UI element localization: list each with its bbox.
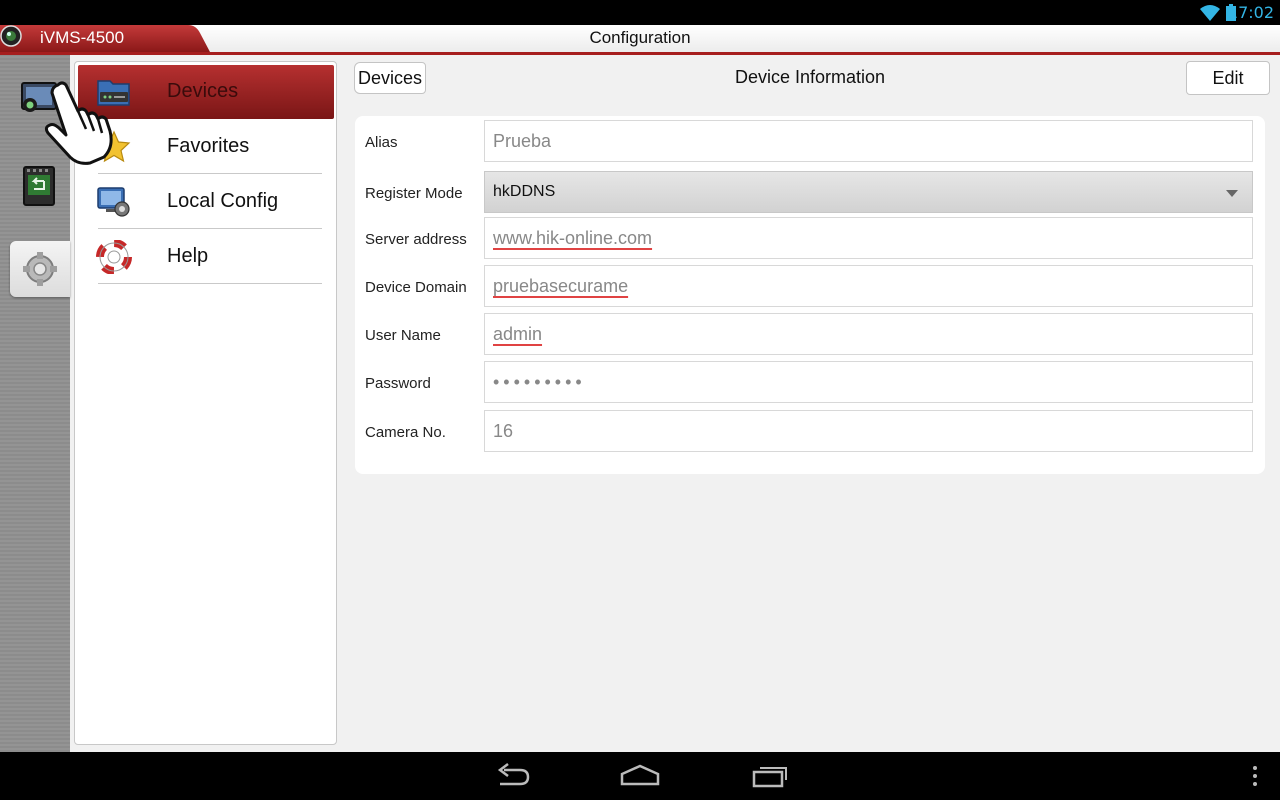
camera-no-field[interactable]: 16 [484,410,1253,452]
field-label: User Name [365,327,441,344]
menu-item-label: Favorites [167,135,250,157]
menu-item-label: Help [167,245,209,267]
user-name-value: admin [493,324,543,344]
menu-item-local-config[interactable]: Local Config [78,175,334,229]
home-icon[interactable] [620,762,660,790]
field-label: Password [365,375,431,392]
status-time: 17:02 [1227,3,1274,22]
playback-button[interactable] [16,163,62,209]
alias-field[interactable]: Prueba [484,120,1253,162]
edit-button[interactable]: Edit [1186,61,1270,95]
menu-divider [98,283,322,284]
configuration-button[interactable] [10,241,70,297]
lifebuoy-icon [96,240,132,274]
hand-pointer-icon [44,81,113,165]
device-form: Alias Prueba Register Mode hkDDNS Server… [355,116,1265,474]
menu-item-favorites[interactable]: Favorites [78,120,334,174]
system-nav-bar [0,752,1280,800]
field-label: Device Domain [365,279,467,296]
back-arrow-icon[interactable] [492,762,532,790]
gear-icon [23,252,57,286]
register-mode-value: hkDDNS [493,183,556,200]
overflow-menu-icon[interactable] [1240,762,1270,790]
form-row-server-address: Server address www.hik-online.com [355,217,1265,261]
playback-icon [23,166,55,206]
field-label: Alias [365,134,398,151]
server-address-value: www.hik-online.com [493,228,653,248]
form-row-register-mode: Register Mode hkDDNS [355,171,1265,215]
recent-apps-icon[interactable] [750,762,790,790]
user-name-field[interactable]: admin [484,313,1253,355]
field-label: Register Mode [365,185,463,202]
form-row-user-name: User Name admin [355,313,1265,357]
device-domain-field[interactable]: pruebasecurame [484,265,1253,307]
device-domain-value: pruebasecurame [493,276,629,296]
menu-divider [98,228,322,229]
password-field[interactable]: ••••••••• [484,361,1253,403]
wifi-icon [1200,5,1220,21]
main-area: Devices Favorites Local Config Help Devi… [0,55,1280,752]
title-bar: iVMS-4500 Configuration [0,25,1280,55]
form-row-password: Password ••••••••• [355,361,1265,405]
device-info-panel: Devices Device Information Edit Alias Pr… [340,55,1280,752]
dropdown-caret-icon [1226,190,1238,197]
menu-item-label: Devices [167,80,239,102]
local-config-icon [97,187,130,217]
content-nav-bar: Devices Device Information Edit [340,55,1280,101]
form-row-alias: Alias Prueba [355,120,1265,164]
menu-item-label: Local Config [167,190,279,212]
menu-item-devices[interactable]: Devices [78,65,334,119]
field-label: Server address [365,231,467,248]
window-title: Configuration [589,28,691,47]
register-mode-select[interactable]: hkDDNS [484,171,1253,213]
form-row-camera-no: Camera No. 16 [355,410,1265,454]
status-bar: 17:02 [0,0,1280,25]
field-label: Camera No. [365,424,446,441]
page-title: Device Information [734,67,886,87]
server-address-field[interactable]: www.hik-online.com [484,217,1253,259]
menu-item-help[interactable]: Help [78,230,334,284]
form-row-device-domain: Device Domain pruebasecurame [355,265,1265,309]
menu-divider [98,173,322,174]
